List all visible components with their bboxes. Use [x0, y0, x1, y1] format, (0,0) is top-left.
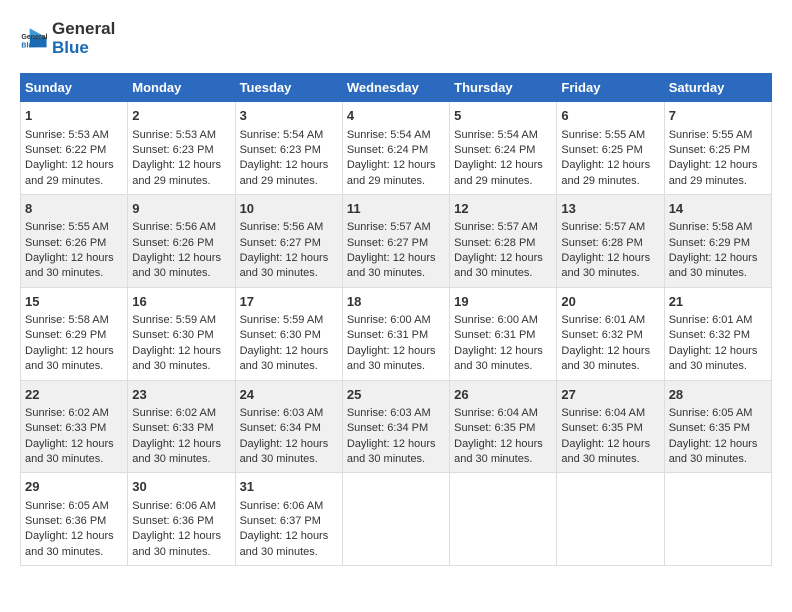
col-header-wednesday: Wednesday: [342, 74, 449, 102]
day-number: 28: [669, 386, 767, 404]
calendar-cell: 18Sunrise: 6:00 AMSunset: 6:31 PMDayligh…: [342, 287, 449, 380]
day-number: 8: [25, 200, 123, 218]
day-number: 19: [454, 293, 552, 311]
day-number: 16: [132, 293, 230, 311]
calendar-cell: 5Sunrise: 5:54 AMSunset: 6:24 PMDaylight…: [450, 102, 557, 195]
day-number: 22: [25, 386, 123, 404]
day-number: 9: [132, 200, 230, 218]
col-header-friday: Friday: [557, 74, 664, 102]
calendar-cell: 13Sunrise: 5:57 AMSunset: 6:28 PMDayligh…: [557, 195, 664, 288]
calendar-cell: [450, 473, 557, 566]
calendar-cell: 19Sunrise: 6:00 AMSunset: 6:31 PMDayligh…: [450, 287, 557, 380]
day-number: 14: [669, 200, 767, 218]
calendar-cell: 22Sunrise: 6:02 AMSunset: 6:33 PMDayligh…: [21, 380, 128, 473]
calendar-cell: [342, 473, 449, 566]
week-row-3: 15Sunrise: 5:58 AMSunset: 6:29 PMDayligh…: [21, 287, 772, 380]
day-number: 3: [240, 107, 338, 125]
day-number: 24: [240, 386, 338, 404]
calendar-cell: 12Sunrise: 5:57 AMSunset: 6:28 PMDayligh…: [450, 195, 557, 288]
day-number: 17: [240, 293, 338, 311]
calendar-cell: 3Sunrise: 5:54 AMSunset: 6:23 PMDaylight…: [235, 102, 342, 195]
calendar-cell: 27Sunrise: 6:04 AMSunset: 6:35 PMDayligh…: [557, 380, 664, 473]
calendar-cell: 15Sunrise: 5:58 AMSunset: 6:29 PMDayligh…: [21, 287, 128, 380]
day-number: 18: [347, 293, 445, 311]
calendar-cell: 21Sunrise: 6:01 AMSunset: 6:32 PMDayligh…: [664, 287, 771, 380]
calendar-cell: 26Sunrise: 6:04 AMSunset: 6:35 PMDayligh…: [450, 380, 557, 473]
calendar-cell: 23Sunrise: 6:02 AMSunset: 6:33 PMDayligh…: [128, 380, 235, 473]
day-number: 27: [561, 386, 659, 404]
day-number: 7: [669, 107, 767, 125]
col-header-tuesday: Tuesday: [235, 74, 342, 102]
day-number: 21: [669, 293, 767, 311]
calendar-cell: 11Sunrise: 5:57 AMSunset: 6:27 PMDayligh…: [342, 195, 449, 288]
calendar-cell: 31Sunrise: 6:06 AMSunset: 6:37 PMDayligh…: [235, 473, 342, 566]
col-header-thursday: Thursday: [450, 74, 557, 102]
day-number: 29: [25, 478, 123, 496]
calendar-cell: 24Sunrise: 6:03 AMSunset: 6:34 PMDayligh…: [235, 380, 342, 473]
calendar-cell: 30Sunrise: 6:06 AMSunset: 6:36 PMDayligh…: [128, 473, 235, 566]
day-number: 25: [347, 386, 445, 404]
calendar-cell: 4Sunrise: 5:54 AMSunset: 6:24 PMDaylight…: [342, 102, 449, 195]
col-header-sunday: Sunday: [21, 74, 128, 102]
calendar-cell: 8Sunrise: 5:55 AMSunset: 6:26 PMDaylight…: [21, 195, 128, 288]
col-header-saturday: Saturday: [664, 74, 771, 102]
calendar-cell: 20Sunrise: 6:01 AMSunset: 6:32 PMDayligh…: [557, 287, 664, 380]
day-number: 20: [561, 293, 659, 311]
logo: General Blue General Blue: [20, 20, 115, 57]
calendar-cell: 29Sunrise: 6:05 AMSunset: 6:36 PMDayligh…: [21, 473, 128, 566]
week-row-5: 29Sunrise: 6:05 AMSunset: 6:36 PMDayligh…: [21, 473, 772, 566]
logo-icon: General Blue: [20, 25, 48, 53]
page-header: General Blue General Blue: [20, 20, 772, 57]
day-number: 30: [132, 478, 230, 496]
day-number: 1: [25, 107, 123, 125]
svg-text:General: General: [21, 34, 47, 41]
svg-text:Blue: Blue: [21, 42, 36, 49]
calendar-table: SundayMondayTuesdayWednesdayThursdayFrid…: [20, 73, 772, 566]
day-number: 15: [25, 293, 123, 311]
calendar-cell: [557, 473, 664, 566]
calendar-cell: 7Sunrise: 5:55 AMSunset: 6:25 PMDaylight…: [664, 102, 771, 195]
calendar-cell: 6Sunrise: 5:55 AMSunset: 6:25 PMDaylight…: [557, 102, 664, 195]
calendar-cell: 25Sunrise: 6:03 AMSunset: 6:34 PMDayligh…: [342, 380, 449, 473]
calendar-cell: [664, 473, 771, 566]
day-number: 13: [561, 200, 659, 218]
calendar-cell: 16Sunrise: 5:59 AMSunset: 6:30 PMDayligh…: [128, 287, 235, 380]
calendar-cell: 1Sunrise: 5:53 AMSunset: 6:22 PMDaylight…: [21, 102, 128, 195]
day-number: 11: [347, 200, 445, 218]
day-number: 23: [132, 386, 230, 404]
week-row-1: 1Sunrise: 5:53 AMSunset: 6:22 PMDaylight…: [21, 102, 772, 195]
calendar-cell: 2Sunrise: 5:53 AMSunset: 6:23 PMDaylight…: [128, 102, 235, 195]
calendar-cell: 10Sunrise: 5:56 AMSunset: 6:27 PMDayligh…: [235, 195, 342, 288]
day-number: 4: [347, 107, 445, 125]
logo-blue: Blue: [52, 39, 115, 58]
week-row-2: 8Sunrise: 5:55 AMSunset: 6:26 PMDaylight…: [21, 195, 772, 288]
day-number: 26: [454, 386, 552, 404]
week-row-4: 22Sunrise: 6:02 AMSunset: 6:33 PMDayligh…: [21, 380, 772, 473]
calendar-header: SundayMondayTuesdayWednesdayThursdayFrid…: [21, 74, 772, 102]
day-number: 5: [454, 107, 552, 125]
calendar-cell: 17Sunrise: 5:59 AMSunset: 6:30 PMDayligh…: [235, 287, 342, 380]
day-number: 2: [132, 107, 230, 125]
calendar-cell: 14Sunrise: 5:58 AMSunset: 6:29 PMDayligh…: [664, 195, 771, 288]
col-header-monday: Monday: [128, 74, 235, 102]
calendar-cell: 9Sunrise: 5:56 AMSunset: 6:26 PMDaylight…: [128, 195, 235, 288]
day-number: 31: [240, 478, 338, 496]
day-number: 6: [561, 107, 659, 125]
day-number: 12: [454, 200, 552, 218]
day-number: 10: [240, 200, 338, 218]
calendar-cell: 28Sunrise: 6:05 AMSunset: 6:35 PMDayligh…: [664, 380, 771, 473]
logo-general: General: [52, 20, 115, 39]
